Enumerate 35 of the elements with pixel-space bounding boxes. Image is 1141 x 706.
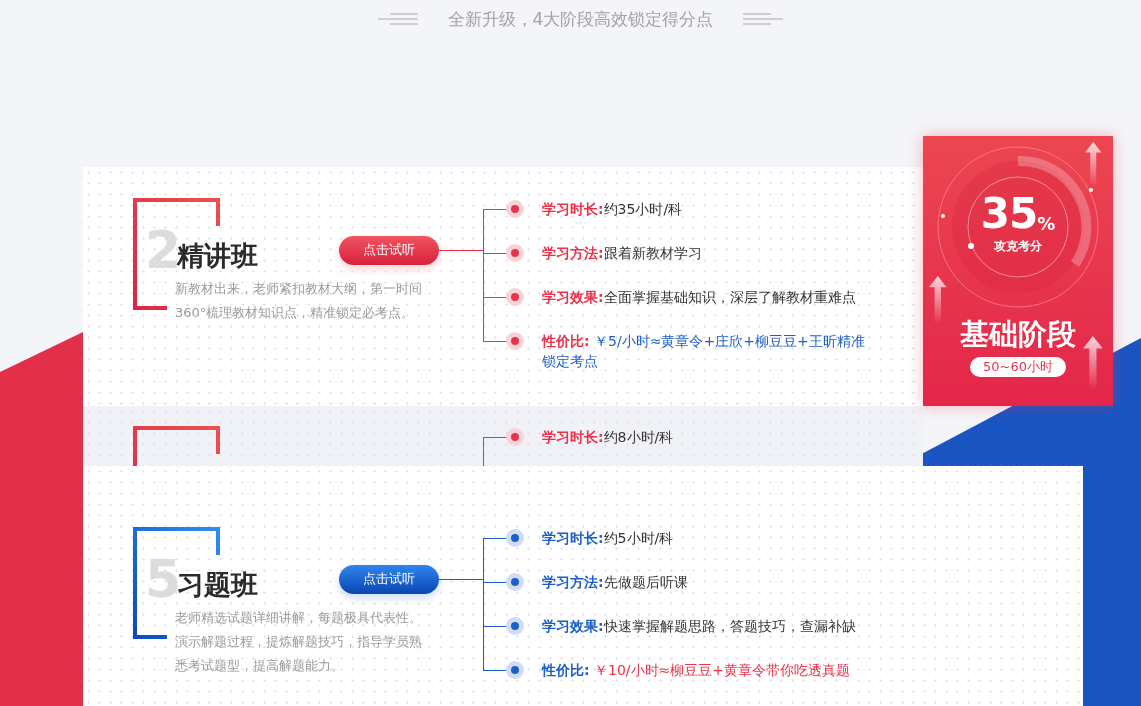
percent-value: 35 bbox=[980, 192, 1038, 236]
trial-button[interactable]: 点击试听 bbox=[339, 564, 439, 594]
bullet-dot-icon bbox=[506, 617, 524, 635]
course-description: 老师精选试题详细讲解，每题极具代表性。演示解题过程，提炼解题技巧，指导学员熟悉考试题型，提高解题能力。 bbox=[175, 609, 423, 675]
bullet-dot-icon bbox=[506, 244, 524, 262]
arrow-icon bbox=[929, 276, 947, 324]
lines-icon bbox=[743, 13, 784, 25]
detail-text: 学习方法:跟着新教材学习 bbox=[542, 244, 703, 263]
arrow-icon bbox=[1085, 142, 1102, 187]
bullet-dot-icon bbox=[506, 529, 524, 547]
bullet-dot-icon bbox=[506, 661, 524, 679]
detail-text: 学习效果:全面掌握基础知识，深层了解教材重难点 bbox=[542, 288, 857, 307]
badge-caption: 攻克考分 bbox=[993, 238, 1043, 254]
detail-text: 学习方法:先做题后听课 bbox=[542, 573, 689, 592]
detail-text: 性价比: ￥5/小时≈黄章令+庄欣+柳豆豆+王昕精准锁定考点 bbox=[542, 332, 866, 371]
bullet-dot-icon bbox=[506, 573, 524, 591]
trial-button[interactable]: 点击试听 bbox=[339, 235, 439, 265]
course-title: 精讲班 bbox=[177, 240, 258, 273]
detail-text: 性价比: ￥10/小时≈柳豆豆+黄章令带你吃透真题 bbox=[542, 661, 852, 680]
course-number: 2 bbox=[145, 226, 175, 274]
bullet-dot-icon bbox=[506, 332, 524, 350]
course-title: 习题班 bbox=[177, 569, 258, 602]
detail-text: 学习时长:约8小时/科 bbox=[542, 428, 675, 447]
section-heading: 全新升级，4大阶段高效锁定得分点 bbox=[447, 8, 714, 31]
detail-text: 学习效果:快速掌握解题思路，答题技巧，查漏补缺 bbox=[542, 617, 857, 636]
percent-sign: % bbox=[1037, 212, 1056, 236]
stage-title: 基础阶段 bbox=[959, 316, 1077, 352]
detail-text: 学习时长:约5小时/科 bbox=[542, 529, 675, 548]
bullet-dot-icon bbox=[506, 200, 524, 218]
bullet-dot-icon bbox=[506, 288, 524, 306]
arrow-icon bbox=[1083, 336, 1103, 390]
hours-label: 50~60小时 bbox=[970, 357, 1066, 377]
lines-icon bbox=[377, 13, 418, 25]
bullet-dot-icon bbox=[506, 428, 524, 446]
detail-text: 学习时长:约35小时/科 bbox=[542, 200, 684, 219]
